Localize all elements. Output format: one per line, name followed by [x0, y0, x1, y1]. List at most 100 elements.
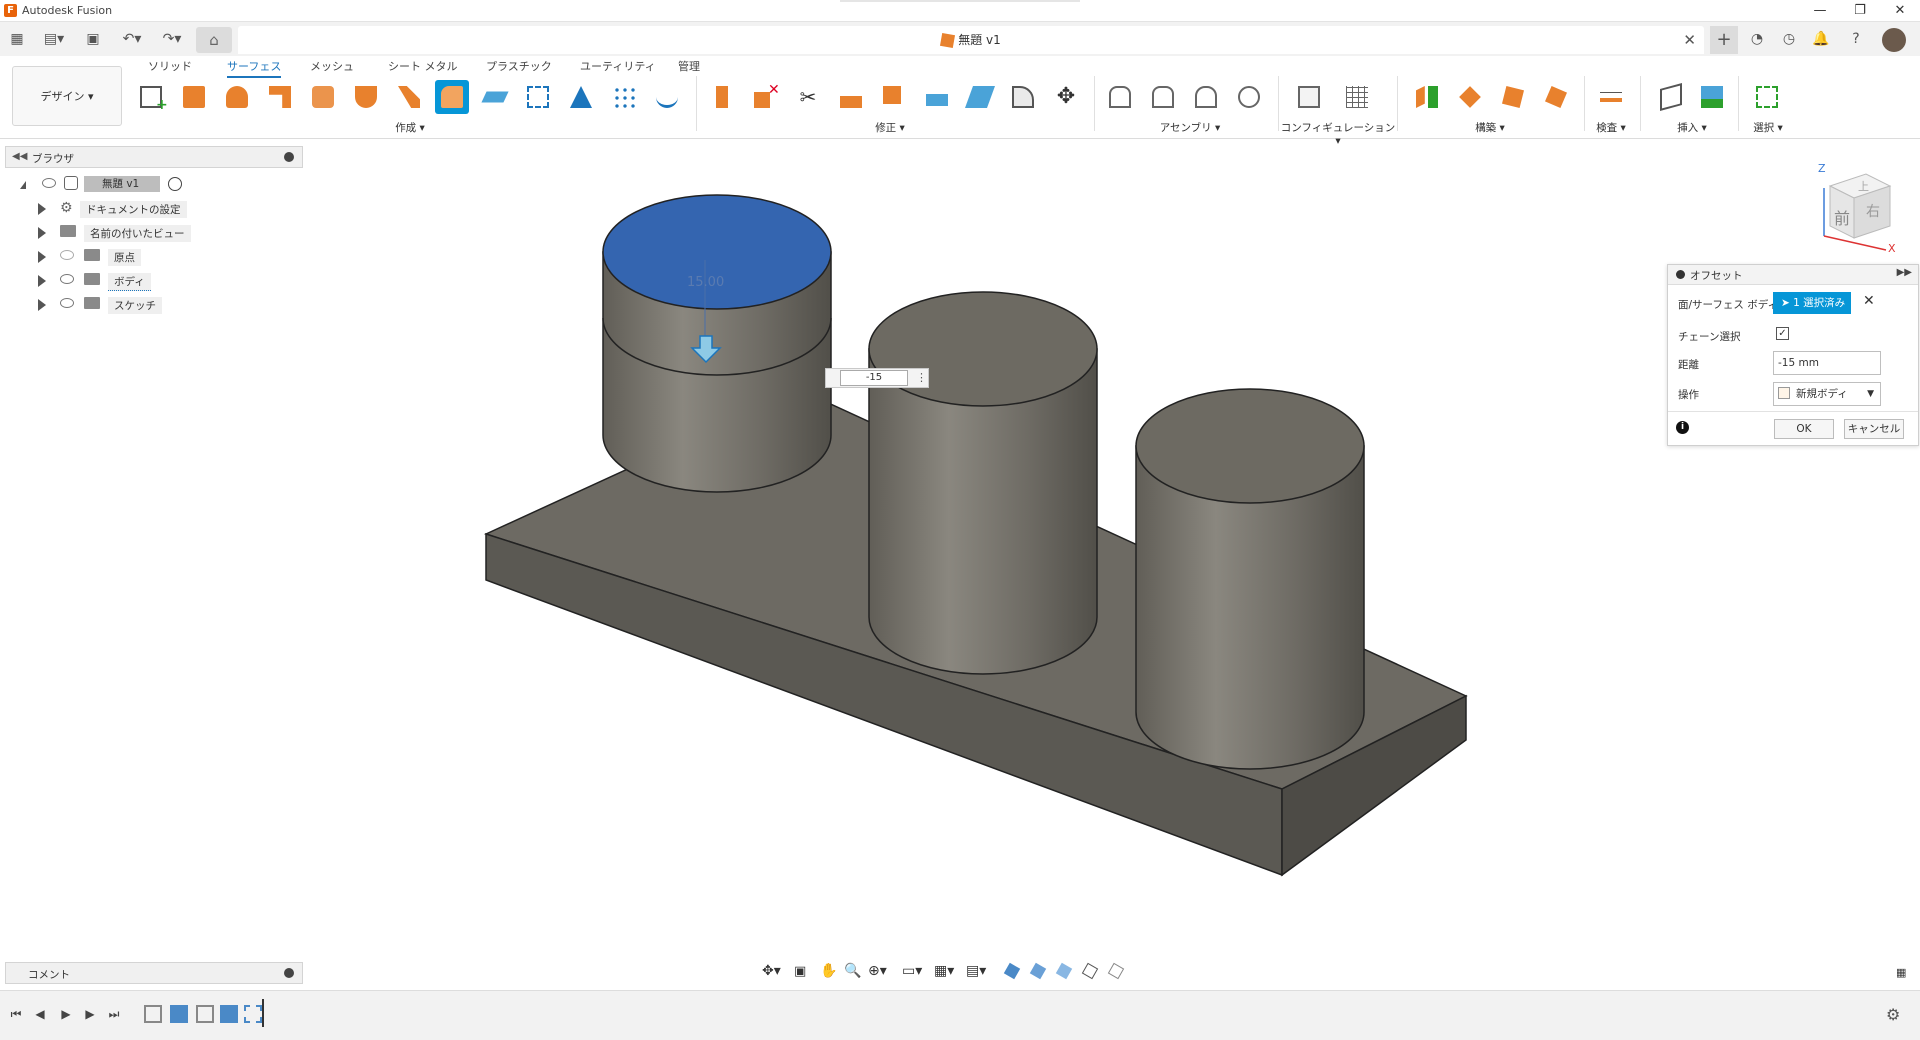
- minimize-icon[interactable]: —: [1800, 1, 1840, 21]
- browser-item-document-settings[interactable]: ⚙ ドキュメントの設定: [20, 198, 280, 220]
- tab-manage[interactable]: 管理: [678, 58, 700, 74]
- avatar[interactable]: [1882, 28, 1906, 52]
- create-sketch-tool[interactable]: +: [134, 80, 168, 114]
- move-tool[interactable]: ✥: [1049, 80, 1083, 114]
- cylinder-3[interactable]: [1135, 388, 1365, 770]
- close-tab-icon[interactable]: ✕: [1683, 26, 1696, 54]
- extrude-tool[interactable]: [177, 80, 211, 114]
- wireframe-icon[interactable]: [1081, 962, 1099, 980]
- stitch-tool[interactable]: [877, 80, 911, 114]
- inspect-group-label[interactable]: 検査 ▾: [1584, 120, 1638, 135]
- configure-tool[interactable]: [1292, 80, 1326, 114]
- workspace-switcher[interactable]: デザイン ▾: [12, 66, 122, 126]
- surface-primitives-tool[interactable]: [650, 80, 684, 114]
- home-icon[interactable]: ⌂: [196, 27, 232, 53]
- create-group-label[interactable]: 作成 ▾: [380, 120, 440, 135]
- axis-tool[interactable]: [1496, 80, 1530, 114]
- redo-icon[interactable]: ↷▾: [156, 29, 188, 49]
- step-forward-icon[interactable]: ▶: [82, 1006, 98, 1022]
- collapse-icon[interactable]: ◀◀: [12, 151, 27, 162]
- offset-tool[interactable]: [435, 80, 469, 114]
- patch-tool[interactable]: [349, 80, 383, 114]
- distance-input[interactable]: -15 mm: [1773, 351, 1881, 375]
- browser-item-sketches[interactable]: スケッチ: [20, 294, 280, 316]
- active-radio-icon[interactable]: [168, 177, 182, 191]
- fillet-tool[interactable]: [1006, 80, 1040, 114]
- visibility-eye-icon[interactable]: [42, 178, 56, 188]
- browser-item-bodies[interactable]: ボディ: [20, 270, 280, 292]
- tab-plastic[interactable]: プラスチック: [486, 58, 552, 74]
- notifications-icon[interactable]: 🔔: [1810, 29, 1832, 49]
- file-menu-icon[interactable]: ▤▾: [38, 29, 70, 49]
- expand-arrow-icon[interactable]: [38, 227, 46, 239]
- press-pull-tool[interactable]: [705, 80, 739, 114]
- plane-along-path-tool[interactable]: [1453, 80, 1487, 114]
- step-back-icon[interactable]: ◀: [32, 1006, 48, 1022]
- reverse-normal-tool[interactable]: [963, 80, 997, 114]
- viewcube[interactable]: Z X 前 右 上: [1810, 158, 1910, 258]
- joint-tool[interactable]: [1146, 80, 1180, 114]
- point-tool[interactable]: [1539, 80, 1573, 114]
- cylinder-1[interactable]: 15.00: [602, 194, 832, 493]
- job-status-icon[interactable]: ◷: [1778, 29, 1800, 49]
- timeline-sketch-icon[interactable]: [144, 1005, 162, 1023]
- insert-derive-tool[interactable]: [1654, 80, 1688, 114]
- play-icon[interactable]: ▶: [58, 1006, 74, 1022]
- help-icon[interactable]: ?: [1845, 29, 1867, 49]
- cancel-button[interactable]: キャンセル: [1844, 419, 1904, 439]
- timeline-settings-gear-icon[interactable]: ⚙: [1886, 1005, 1900, 1024]
- shaded-icon[interactable]: [1003, 962, 1021, 980]
- document-tab[interactable]: 無題 v1 ✕: [238, 26, 1704, 54]
- grid-icon[interactable]: ▦▾: [934, 963, 954, 979]
- clear-selection-icon[interactable]: ✕: [1863, 293, 1875, 309]
- revolve-tool[interactable]: [220, 80, 254, 114]
- expand-dialog-icon[interactable]: ▶▶: [1897, 267, 1912, 278]
- timeline-extrude-icon[interactable]: [170, 1005, 188, 1023]
- operation-select[interactable]: 新規ボディ ▼: [1773, 382, 1881, 406]
- expand-arrow-icon[interactable]: [38, 299, 46, 311]
- zoom-window-icon[interactable]: ⊕▾: [868, 963, 887, 979]
- ok-button[interactable]: OK: [1774, 419, 1834, 439]
- more-options-icon[interactable]: ⋮: [916, 371, 927, 384]
- browser-item-named-views[interactable]: 名前の付いたビュー: [20, 222, 280, 244]
- timeline-feature-icon[interactable]: [244, 1005, 262, 1023]
- select-group-label[interactable]: 選択 ▾: [1738, 120, 1798, 135]
- tab-solid[interactable]: ソリッド: [148, 58, 192, 74]
- undo-icon[interactable]: ↶▾: [116, 29, 148, 49]
- delete-face-tool[interactable]: ✕: [748, 80, 782, 114]
- restore-icon[interactable]: ❐: [1840, 1, 1880, 21]
- insert-image-tool[interactable]: [1695, 80, 1729, 114]
- expand-arrow-icon[interactable]: [38, 275, 46, 287]
- expand-arrow-icon[interactable]: [38, 203, 46, 215]
- construct-group-label[interactable]: 構築 ▾: [1460, 120, 1520, 135]
- sweep-tool[interactable]: [263, 80, 297, 114]
- tab-mesh[interactable]: メッシュ: [310, 58, 354, 74]
- app-grid-icon[interactable]: ▦: [6, 29, 28, 49]
- extend-tool[interactable]: [834, 80, 868, 114]
- expand-arrow-icon[interactable]: [20, 181, 26, 189]
- trim-tool[interactable]: ✂: [791, 80, 825, 114]
- tab-utilities[interactable]: ユーティリティ: [580, 58, 656, 74]
- new-component-tool[interactable]: [1103, 80, 1137, 114]
- boundary-fill-tool[interactable]: [521, 80, 555, 114]
- face-selection-button[interactable]: ➤ 1 選択済み: [1773, 292, 1851, 314]
- mirror-tool[interactable]: [564, 80, 598, 114]
- zoom-icon[interactable]: 🔍: [844, 963, 861, 979]
- canvas-viewport[interactable]: 15.00: [0, 140, 1920, 960]
- configuration-table-tool[interactable]: [1340, 80, 1374, 114]
- extensions-icon[interactable]: ◔: [1746, 29, 1768, 49]
- insert-group-label[interactable]: 挿入 ▾: [1652, 120, 1732, 135]
- as-built-joint-tool[interactable]: [1189, 80, 1223, 114]
- window-select-tool[interactable]: [1750, 80, 1784, 114]
- thicken-tool[interactable]: [478, 80, 512, 114]
- visibility-eye-icon[interactable]: [60, 298, 74, 308]
- timeline-extrude-icon[interactable]: [220, 1005, 238, 1023]
- dimension-input[interactable]: -15: [840, 370, 908, 386]
- look-at-icon[interactable]: ▣: [794, 964, 806, 979]
- timeline-sketch-icon[interactable]: [196, 1005, 214, 1023]
- dialog-pin-icon[interactable]: [1676, 270, 1685, 279]
- pin-icon[interactable]: [284, 152, 294, 162]
- pattern-tool[interactable]: [607, 80, 641, 114]
- go-to-end-icon[interactable]: ⏭: [106, 1006, 122, 1022]
- shaded-edges-icon[interactable]: [1029, 962, 1047, 980]
